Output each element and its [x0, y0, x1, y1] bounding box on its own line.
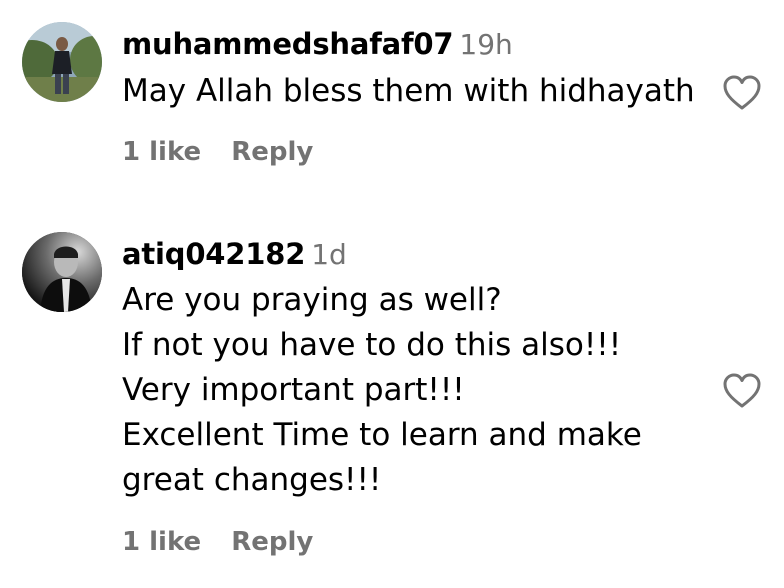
reply-button[interactable]: Reply — [231, 527, 313, 557]
comment-text-line: Are you praying as well? — [122, 282, 502, 318]
avatar-photo — [22, 232, 102, 312]
comment-item: atiq042182 1d Are you praying as well? If… — [0, 0, 784, 588]
likes-count[interactable]: 1 like — [122, 527, 201, 557]
comment-text-line: great changes!!! — [122, 462, 382, 498]
comment-text-line: Very important part!!! — [122, 372, 465, 408]
comment-header: atiq042182 1d — [122, 237, 347, 271]
avatar[interactable] — [22, 232, 102, 312]
heart-outline-icon[interactable] — [722, 372, 762, 410]
username[interactable]: atiq042182 — [122, 237, 305, 271]
comment-actions: 1 like Reply — [122, 527, 313, 557]
comment-text-line: Excellent Time to learn and make — [122, 417, 642, 453]
timestamp[interactable]: 1d — [311, 238, 347, 271]
comment-text-line: If not you have to do this also!!! — [122, 327, 622, 363]
